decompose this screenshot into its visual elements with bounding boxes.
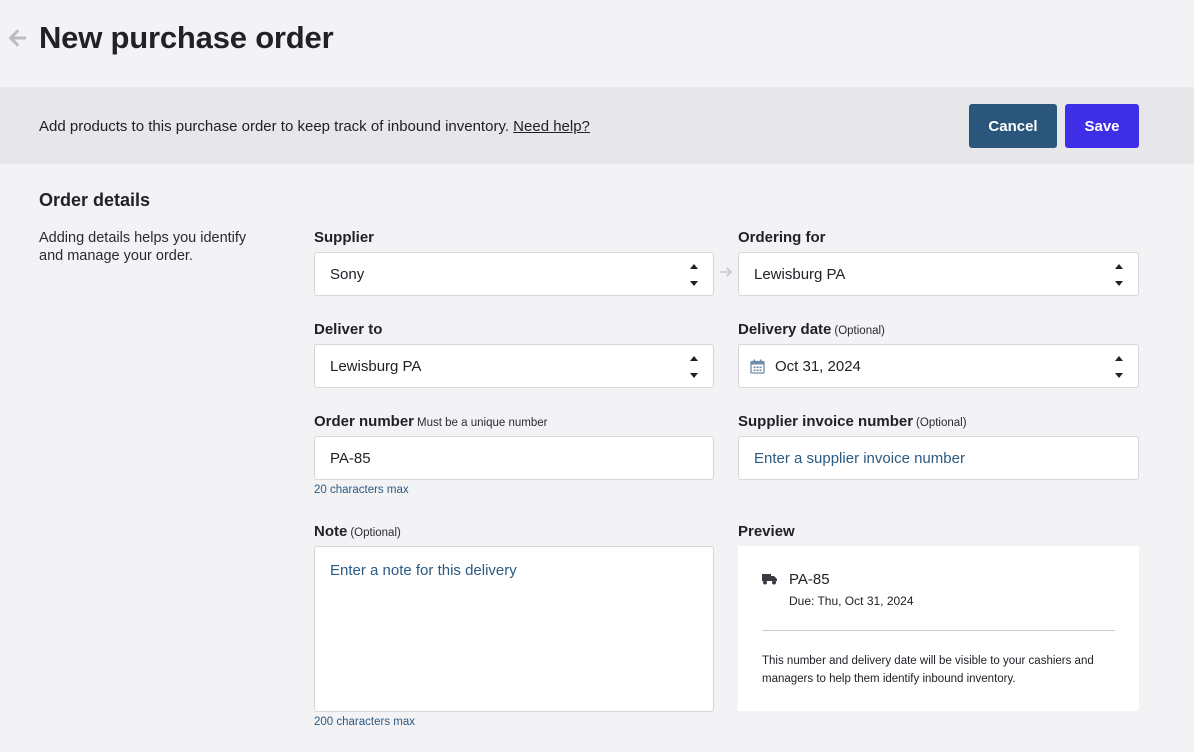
supplier-invoice-input[interactable]: Enter a supplier invoice number	[738, 436, 1139, 480]
deliver-to-label-text: Deliver to	[314, 321, 383, 338]
optional-tag: (Optional)	[350, 527, 401, 539]
deliver-to-value: Lewisburg PA	[330, 358, 422, 375]
order-number-label: Order number Must be a unique number	[314, 413, 547, 430]
ordering-for-label: Ordering for	[738, 229, 826, 246]
preview-divider	[762, 630, 1115, 631]
note-label: Note (Optional)	[314, 523, 401, 540]
optional-tag: (Optional)	[916, 417, 967, 429]
arrow-right-icon	[720, 267, 733, 277]
truck-icon	[762, 574, 777, 585]
order-number-sublabel: Must be a unique number	[417, 417, 548, 429]
save-button[interactable]: Save	[1065, 104, 1139, 148]
ordering-for-label-text: Ordering for	[738, 229, 826, 246]
preview-label-text: Preview	[738, 523, 795, 540]
calendar-icon	[750, 359, 765, 374]
banner-message: Add products to this purchase order to k…	[39, 118, 509, 135]
select-stepper-icon	[690, 264, 698, 286]
supplier-invoice-placeholder: Enter a supplier invoice number	[754, 450, 965, 467]
order-number-input[interactable]: PA-85	[314, 436, 714, 480]
select-stepper-icon	[690, 356, 698, 378]
select-stepper-icon	[1115, 264, 1123, 286]
preview-order-number: PA-85	[789, 571, 830, 588]
delivery-date-value: Oct 31, 2024	[775, 358, 861, 375]
note-placeholder: Enter a note for this delivery	[330, 562, 517, 579]
select-stepper-icon	[1115, 356, 1123, 378]
delivery-date-picker[interactable]: Oct 31, 2024	[738, 344, 1139, 388]
optional-tag: (Optional)	[834, 325, 885, 337]
preview-due-date: Due: Thu, Oct 31, 2024	[789, 594, 914, 608]
delivery-date-label: Delivery date (Optional)	[738, 321, 885, 338]
order-number-hint: 20 characters max	[314, 484, 409, 496]
banner-text: Add products to this purchase order to k…	[39, 118, 590, 135]
supplier-label-text: Supplier	[314, 229, 375, 246]
deliver-to-label: Deliver to	[314, 321, 382, 338]
note-textarea[interactable]: Enter a note for this delivery	[314, 546, 714, 712]
page-title: New purchase order	[39, 20, 334, 55]
note-label-text: Note	[314, 523, 348, 540]
supplier-value: Sony	[330, 266, 365, 283]
order-number-label-text: Order number	[314, 413, 415, 430]
section-description: Adding details helps you identify and ma…	[39, 230, 247, 264]
delivery-date-label-text: Delivery date	[738, 321, 832, 338]
info-banner: Add products to this purchase order to k…	[0, 87, 1194, 164]
need-help-link[interactable]: Need help?	[513, 118, 590, 135]
supplier-label: Supplier	[314, 229, 374, 246]
deliver-to-select[interactable]: Lewisburg PA	[314, 344, 714, 388]
cancel-button[interactable]: Cancel	[969, 104, 1057, 148]
preview-label: Preview	[738, 523, 795, 540]
supplier-select[interactable]: Sony	[314, 252, 714, 296]
preview-card: PA-85 Due: Thu, Oct 31, 2024 This number…	[738, 546, 1139, 711]
ordering-for-select[interactable]: Lewisburg PA	[738, 252, 1139, 296]
order-number-value: PA-85	[330, 450, 371, 467]
supplier-invoice-label: Supplier invoice number (Optional)	[738, 413, 967, 430]
note-hint: 200 characters max	[314, 716, 415, 728]
supplier-invoice-label-text: Supplier invoice number	[738, 413, 914, 430]
ordering-for-value: Lewisburg PA	[754, 266, 846, 283]
preview-note: This number and delivery date will be vi…	[762, 655, 1094, 685]
back-arrow-icon[interactable]	[6, 26, 30, 50]
section-title: Order details	[39, 190, 151, 210]
